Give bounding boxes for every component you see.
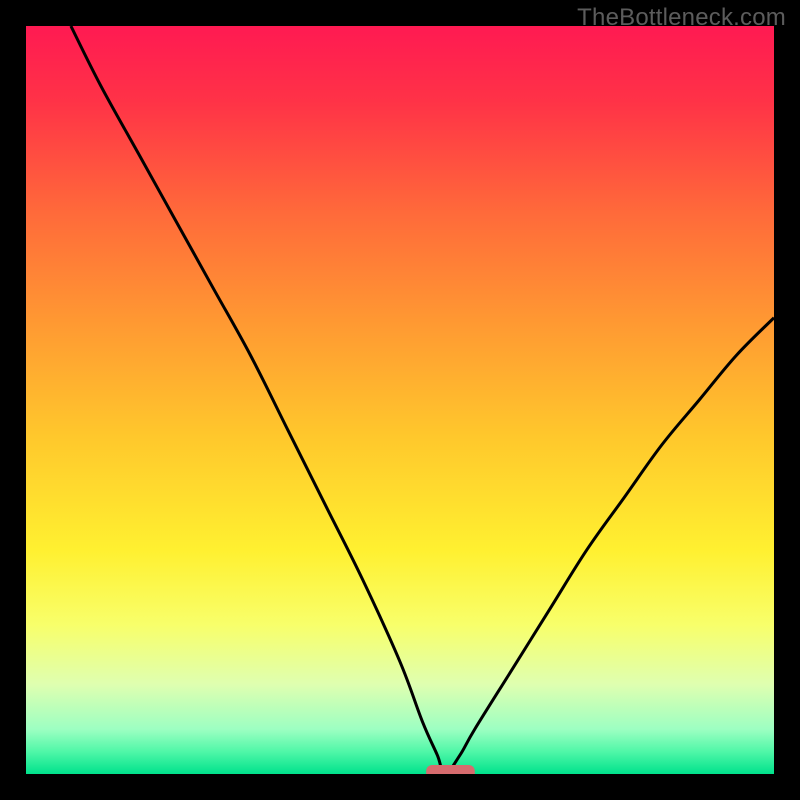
- watermark-text: TheBottleneck.com: [577, 4, 786, 32]
- bottleneck-chart: [26, 26, 774, 774]
- plot-area: [26, 26, 774, 774]
- chart-frame: TheBottleneck.com: [0, 0, 800, 800]
- optimum-marker: [426, 765, 475, 774]
